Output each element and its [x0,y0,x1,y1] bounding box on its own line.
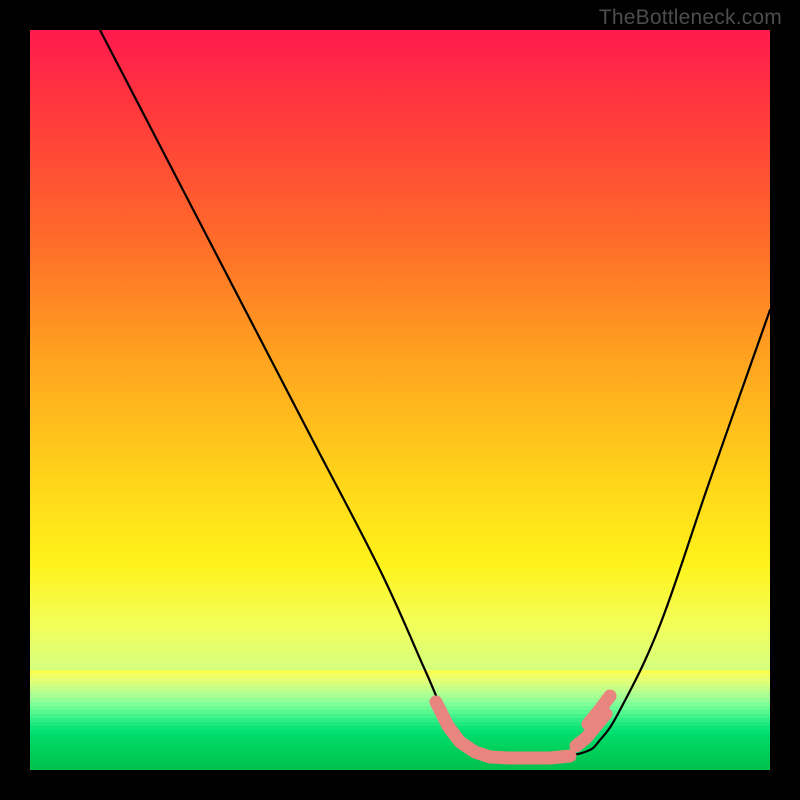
accent-layer [436,696,610,758]
chart-svg [30,30,770,770]
accent-left-elbow [436,702,490,757]
accent-flat-floor [490,756,570,758]
curve-layer [100,30,770,759]
bottleneck-curve [100,30,770,759]
chart-frame: TheBottleneck.com [0,0,800,800]
watermark-text: TheBottleneck.com [599,6,782,30]
plot-area [30,30,770,770]
